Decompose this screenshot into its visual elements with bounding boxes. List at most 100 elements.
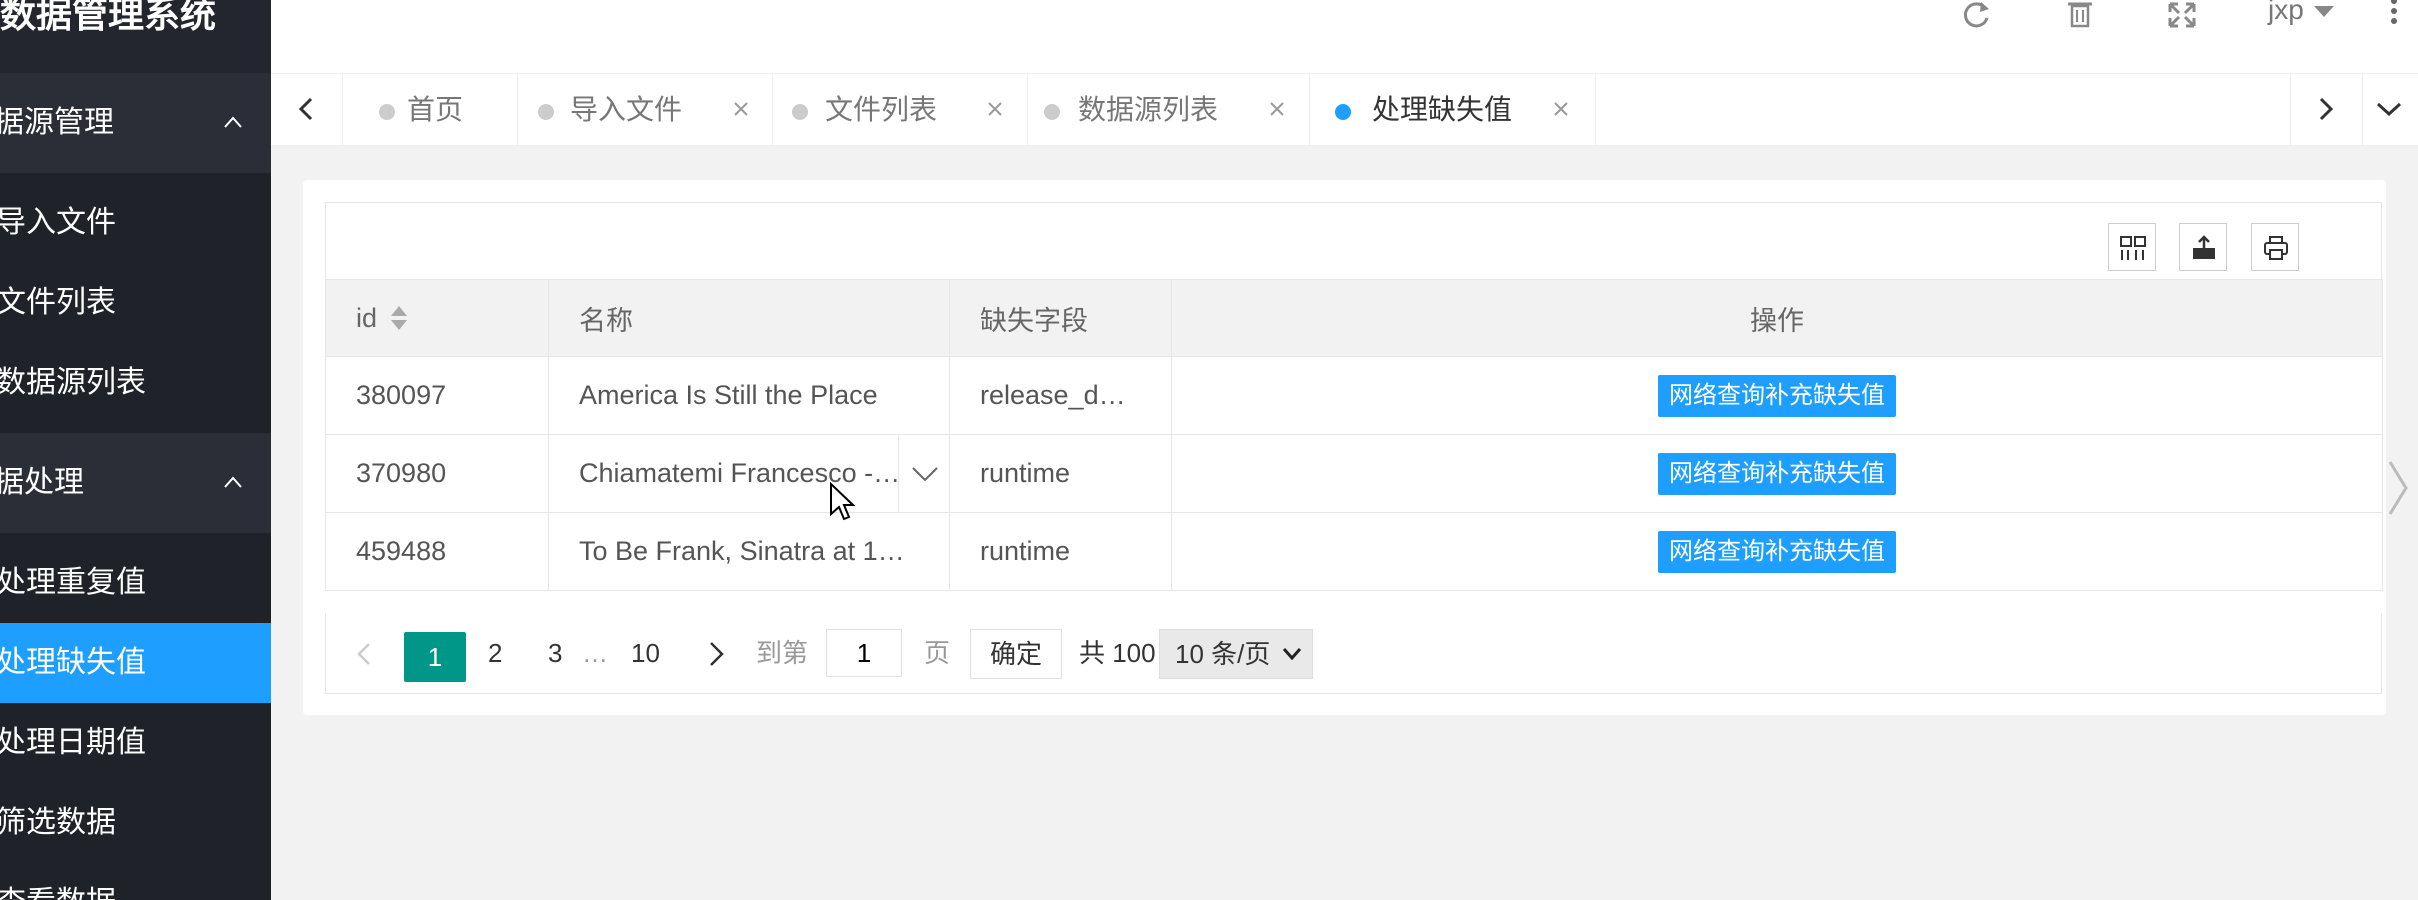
- cell-name: America Is Still the Place: [548, 356, 950, 435]
- sidebar-item-label: 处理重复值: [0, 566, 146, 599]
- tab-dot: [792, 104, 808, 120]
- table-header-row: id 名称 缺失字段 操作: [325, 279, 2383, 357]
- caret-down-icon: [2313, 6, 2334, 18]
- page-1-button[interactable]: 1: [404, 632, 466, 682]
- fullscreen-icon[interactable]: [2162, 0, 2202, 30]
- sidebar-item-dates[interactable]: 处理日期值: [0, 703, 271, 783]
- cell-action: 网络查询补充缺失值: [1171, 356, 2383, 435]
- cell-missing-field: runtime: [949, 434, 1172, 513]
- prev-page-icon[interactable]: [354, 642, 374, 666]
- tab-label: 首页: [407, 94, 464, 125]
- sidebar-item-label: 查看数据: [0, 863, 116, 900]
- pagination: 1 2 3 … 10 到第 页 确定 共 100 条 10 条/页: [325, 614, 2382, 694]
- sidebar-item-missing-values[interactable]: 处理缺失值: [0, 623, 271, 703]
- tab-datasource-list[interactable]: 数据源列表: [1028, 74, 1310, 145]
- tabs-scroll-left-button[interactable]: [271, 74, 343, 145]
- user-name: jxp: [2268, 0, 2304, 25]
- mouse-cursor-icon: [830, 482, 855, 521]
- close-icon[interactable]: [1266, 98, 1288, 120]
- app-title: 数据管理系统: [0, 0, 217, 35]
- sort-icon[interactable]: [391, 306, 408, 332]
- chevron-down-icon: [1282, 648, 1302, 661]
- tab-import-file[interactable]: 导入文件: [518, 74, 773, 145]
- table-row: 380097 America Is Still the Place releas…: [325, 356, 2383, 435]
- page-3-button[interactable]: 3: [548, 614, 562, 693]
- tab-missing-values[interactable]: 处理缺失值: [1310, 74, 1596, 145]
- tab-bar: 首页 导入文件 文件列表 数据源列表 处理缺失值: [271, 74, 2418, 146]
- column-header-action: 操作: [1171, 279, 2383, 357]
- columns-filter-button[interactable]: [2108, 223, 2156, 271]
- sidebar-item-import-file[interactable]: 导入文件: [0, 183, 271, 263]
- sidebar-item-label: 筛选数据: [0, 806, 116, 839]
- tab-dot: [538, 104, 554, 120]
- close-icon[interactable]: [984, 98, 1006, 120]
- column-header-label: id: [356, 302, 378, 333]
- sidebar-item-label: 处理日期值: [0, 726, 146, 759]
- table-row: 370980 Chiamatemi Francesco -… runtime 网…: [325, 434, 2383, 513]
- sidebar-item-file-list[interactable]: 文件列表: [0, 263, 271, 343]
- page-10-button[interactable]: 10: [631, 614, 660, 693]
- column-header-label: 操作: [1750, 305, 1804, 336]
- fill-missing-button[interactable]: 网络查询补充缺失值: [1658, 452, 1896, 495]
- page-2-button[interactable]: 2: [488, 614, 502, 693]
- close-icon[interactable]: [730, 98, 752, 120]
- chevron-right-icon: [2319, 97, 2334, 121]
- tab-label: 文件列表: [825, 94, 938, 125]
- column-header-id[interactable]: id: [325, 279, 549, 357]
- tab-home[interactable]: 首页: [343, 74, 518, 145]
- columns-icon: [2120, 236, 2146, 260]
- goto-suffix-label: 页: [924, 638, 951, 668]
- content-card: id 名称 缺失字段 操作 380097 America Is Still th…: [303, 180, 2386, 715]
- nav-group-label: 据处理: [0, 466, 84, 499]
- export-icon: [2193, 235, 2215, 259]
- export-button[interactable]: [2179, 223, 2227, 271]
- sidebar-item-label: 数据源列表: [0, 366, 146, 399]
- sidebar-item-duplicates[interactable]: 处理重复值: [0, 543, 271, 623]
- chevron-down-icon: [912, 467, 938, 482]
- goto-confirm-button[interactable]: 确定: [970, 629, 1062, 679]
- more-vertical-icon[interactable]: [2388, 0, 2400, 28]
- page-ellipsis: …: [582, 638, 608, 668]
- close-icon[interactable]: [1550, 98, 1572, 120]
- app-logo: 数据管理系统: [0, 0, 271, 73]
- nav-group-processing[interactable]: 据处理: [0, 433, 271, 533]
- refresh-icon[interactable]: [1957, 0, 1997, 30]
- data-table: id 名称 缺失字段 操作 380097 America Is Still th…: [325, 279, 2383, 591]
- sidebar-item-label: 文件列表: [0, 286, 116, 319]
- tabs-menu-button[interactable]: [2362, 74, 2418, 145]
- page-size-select[interactable]: 10 条/页: [1159, 629, 1313, 679]
- trash-icon[interactable]: [2060, 0, 2100, 30]
- sidebar-item-datasource-list[interactable]: 数据源列表: [0, 343, 271, 423]
- column-header-label: 缺失字段: [980, 305, 1088, 336]
- goto-page-input[interactable]: [826, 629, 902, 677]
- cell-id: 459488: [325, 512, 549, 591]
- chevron-up-icon: [224, 476, 242, 488]
- print-button[interactable]: [2251, 223, 2299, 271]
- column-header-missing: 缺失字段: [949, 279, 1172, 357]
- expand-cell-button[interactable]: [898, 435, 949, 512]
- tabs-scroll-right-button[interactable]: [2290, 74, 2363, 145]
- user-menu[interactable]: jxp: [2268, 0, 2334, 26]
- chevron-right-icon[interactable]: [2386, 460, 2410, 516]
- fill-missing-button[interactable]: 网络查询补充缺失值: [1658, 374, 1896, 417]
- tab-label: 处理缺失值: [1372, 94, 1513, 125]
- cell-action: 网络查询补充缺失值: [1171, 512, 2383, 591]
- tab-file-list[interactable]: 文件列表: [773, 74, 1028, 145]
- cell-action: 网络查询补充缺失值: [1171, 434, 2383, 513]
- nav-group-datasource[interactable]: 据源管理: [0, 73, 271, 173]
- cell-id: 380097: [325, 356, 549, 435]
- nav-group-label: 据源管理: [0, 106, 114, 139]
- page-size-value: 10 条/页: [1175, 639, 1271, 669]
- tab-dot: [1335, 104, 1351, 120]
- sidebar-item-view-data[interactable]: 查看数据: [0, 863, 271, 900]
- column-header-name: 名称: [548, 279, 950, 357]
- table-toolbar: [325, 202, 2382, 280]
- cell-missing-field: runtime: [949, 512, 1172, 591]
- table-row: 459488 To Be Frank, Sinatra at 1… runtim…: [325, 512, 2383, 591]
- sidebar-item-filter[interactable]: 筛选数据: [0, 783, 271, 863]
- next-page-icon[interactable]: [706, 641, 726, 667]
- fill-missing-button[interactable]: 网络查询补充缺失值: [1658, 530, 1896, 573]
- print-icon: [2264, 236, 2288, 260]
- tab-dot: [379, 104, 395, 120]
- top-header: jxp: [271, 0, 2418, 74]
